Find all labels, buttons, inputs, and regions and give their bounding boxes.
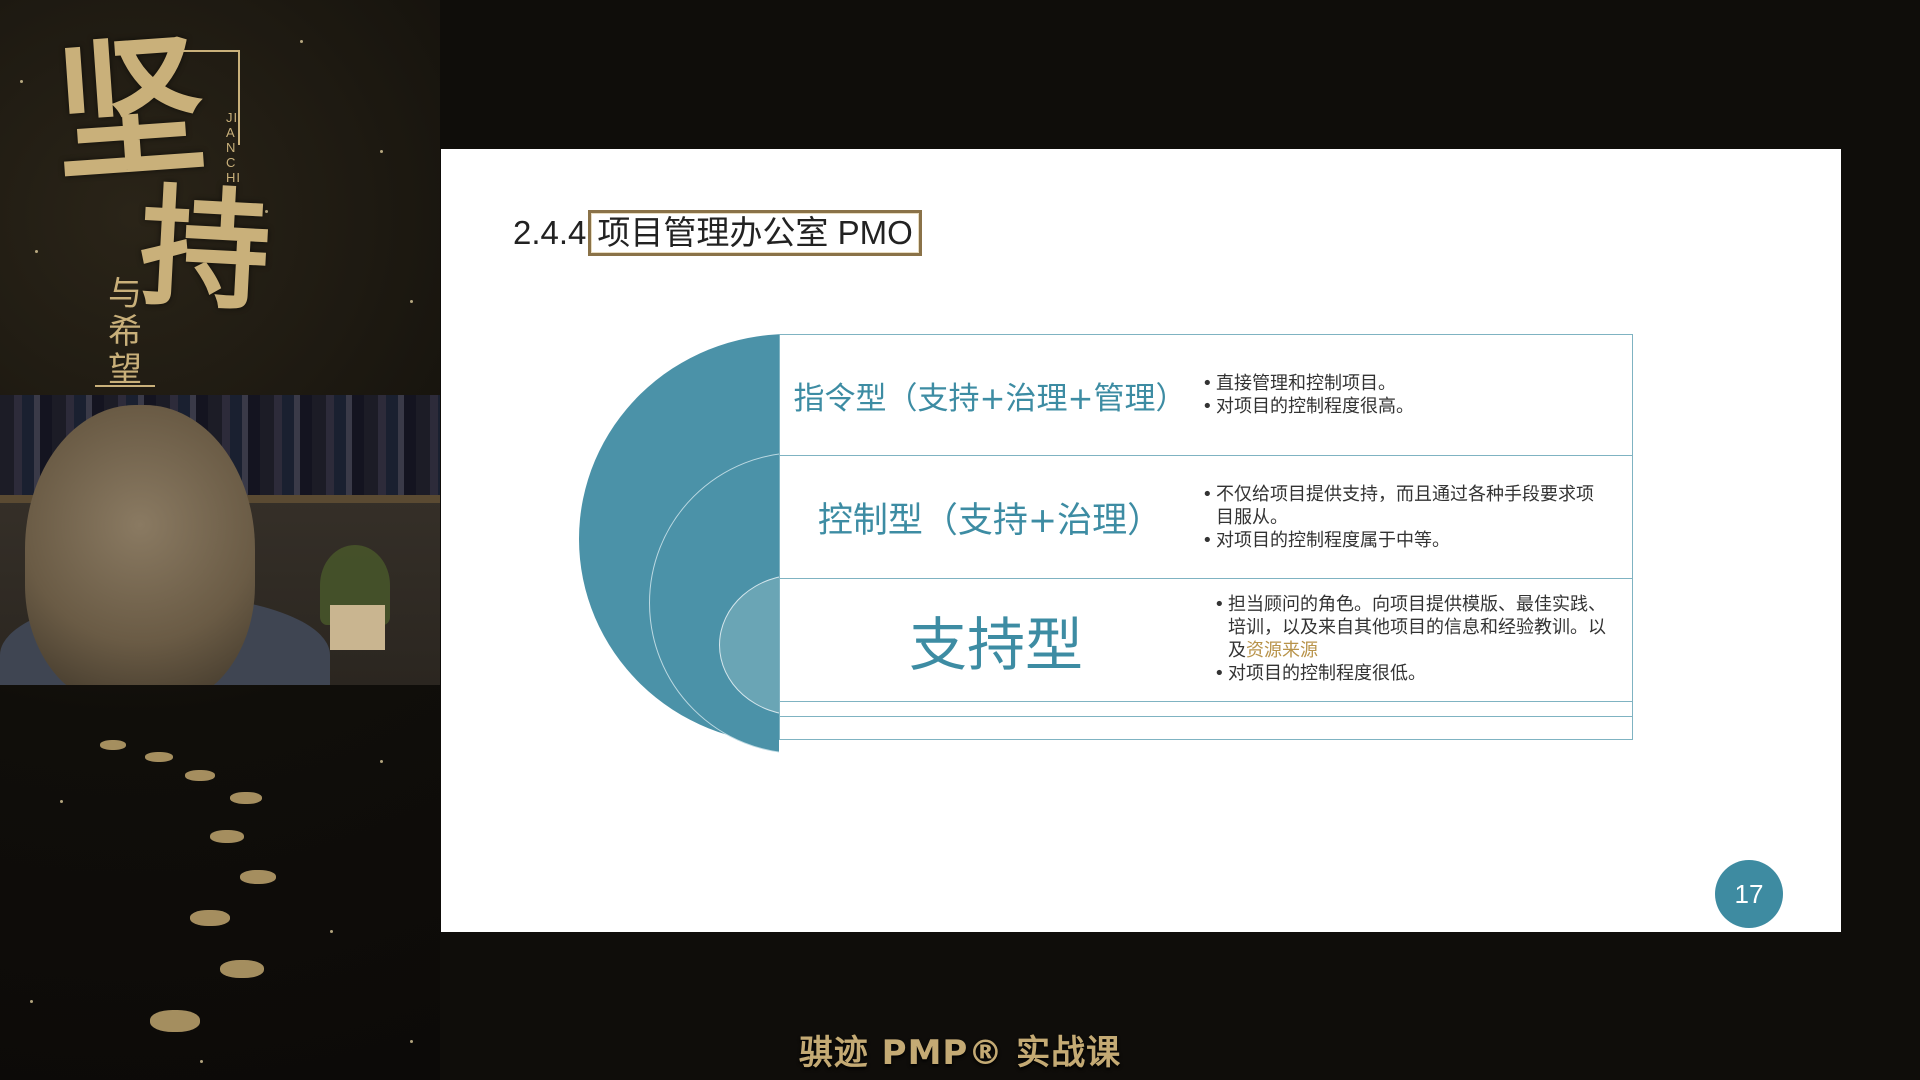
pmo-type-directive: 指令型（支持+治理+管理） 直接管理和控制项目。 对项目的控制程度很高。 bbox=[779, 334, 1633, 455]
empty-row bbox=[779, 701, 1633, 716]
pmo-types-diagram: 指令型（支持+治理+管理） 直接管理和控制项目。 对项目的控制程度很高。 控制型… bbox=[579, 334, 1633, 764]
page-number-badge: 17 bbox=[1715, 860, 1783, 928]
calligraphy-character: 持 bbox=[136, 169, 274, 330]
pmo-type-supportive: 支持型 担当顾问的角色。向项目提供模版、最佳实践、培训，以及来自其他项目的信息和… bbox=[779, 578, 1633, 701]
plant-pot bbox=[330, 605, 385, 650]
bullet-item: 对项目的控制程度很高。 bbox=[1200, 395, 1610, 418]
decorative-bracket bbox=[238, 50, 240, 145]
bullet-item: 担当顾问的角色。向项目提供模版、最佳实践、培训，以及来自其他项目的信息和经验教训… bbox=[1212, 593, 1622, 662]
pmo-type-bullets: 担当顾问的角色。向项目提供模版、最佳实践、培训，以及来自其他项目的信息和经验教训… bbox=[1212, 579, 1622, 701]
empty-row bbox=[779, 716, 1633, 740]
bullet-item: 不仅给项目提供支持，而且通过各种手段要求项目服从。 bbox=[1200, 483, 1610, 529]
title-box: 项目管理办公室 PMO bbox=[588, 210, 922, 256]
pmo-type-title: 指令型（支持+治理+管理） bbox=[793, 380, 1187, 417]
decorative-bracket bbox=[180, 50, 240, 52]
decorative-side-panel: 坚 持 与希望 JIANCHI bbox=[0, 0, 440, 1080]
pmo-type-title: 支持型 bbox=[908, 611, 1083, 679]
pmo-types-list: 指令型（支持+治理+管理） 直接管理和控制项目。 对项目的控制程度很高。 控制型… bbox=[779, 334, 1633, 740]
bullet-item: 对项目的控制程度属于中等。 bbox=[1200, 529, 1610, 552]
presentation-slide: 2.4.4 项目管理办公室 PMO 指令型（支持+治理+管理） 直接管理和控制项… bbox=[441, 149, 1841, 932]
pmo-type-bullets: 不仅给项目提供支持，而且通过各种手段要求项目服从。 对项目的控制程度属于中等。 bbox=[1200, 456, 1610, 578]
pmo-type-bullets: 直接管理和控制项目。 对项目的控制程度很高。 bbox=[1200, 335, 1610, 455]
slide-title: 2.4.4 项目管理办公室 PMO bbox=[513, 210, 922, 256]
footprints-decoration bbox=[90, 730, 310, 1050]
course-caption: 骐迹 PMP® 实战课 bbox=[798, 1033, 1122, 1073]
calligraphy-subtitle: 与希望 bbox=[108, 274, 142, 390]
section-number: 2.4.4 bbox=[513, 214, 587, 251]
bullet-item: 对项目的控制程度很低。 bbox=[1212, 662, 1622, 685]
calligraphy-character: 坚 bbox=[49, 16, 211, 204]
pmo-type-title: 控制型（支持+治理） bbox=[817, 500, 1163, 541]
bullet-item: 直接管理和控制项目。 bbox=[1200, 372, 1610, 395]
pinyin-label: JIANCHI bbox=[226, 110, 241, 185]
highlighted-text: 资源来源 bbox=[1246, 640, 1318, 661]
presenter-head bbox=[25, 405, 255, 685]
webcam-feed bbox=[0, 395, 440, 685]
decorative-bracket bbox=[95, 385, 155, 387]
pmo-type-controlling: 控制型（支持+治理） 不仅给项目提供支持，而且通过各种手段要求项目服从。 对项目… bbox=[779, 455, 1633, 578]
